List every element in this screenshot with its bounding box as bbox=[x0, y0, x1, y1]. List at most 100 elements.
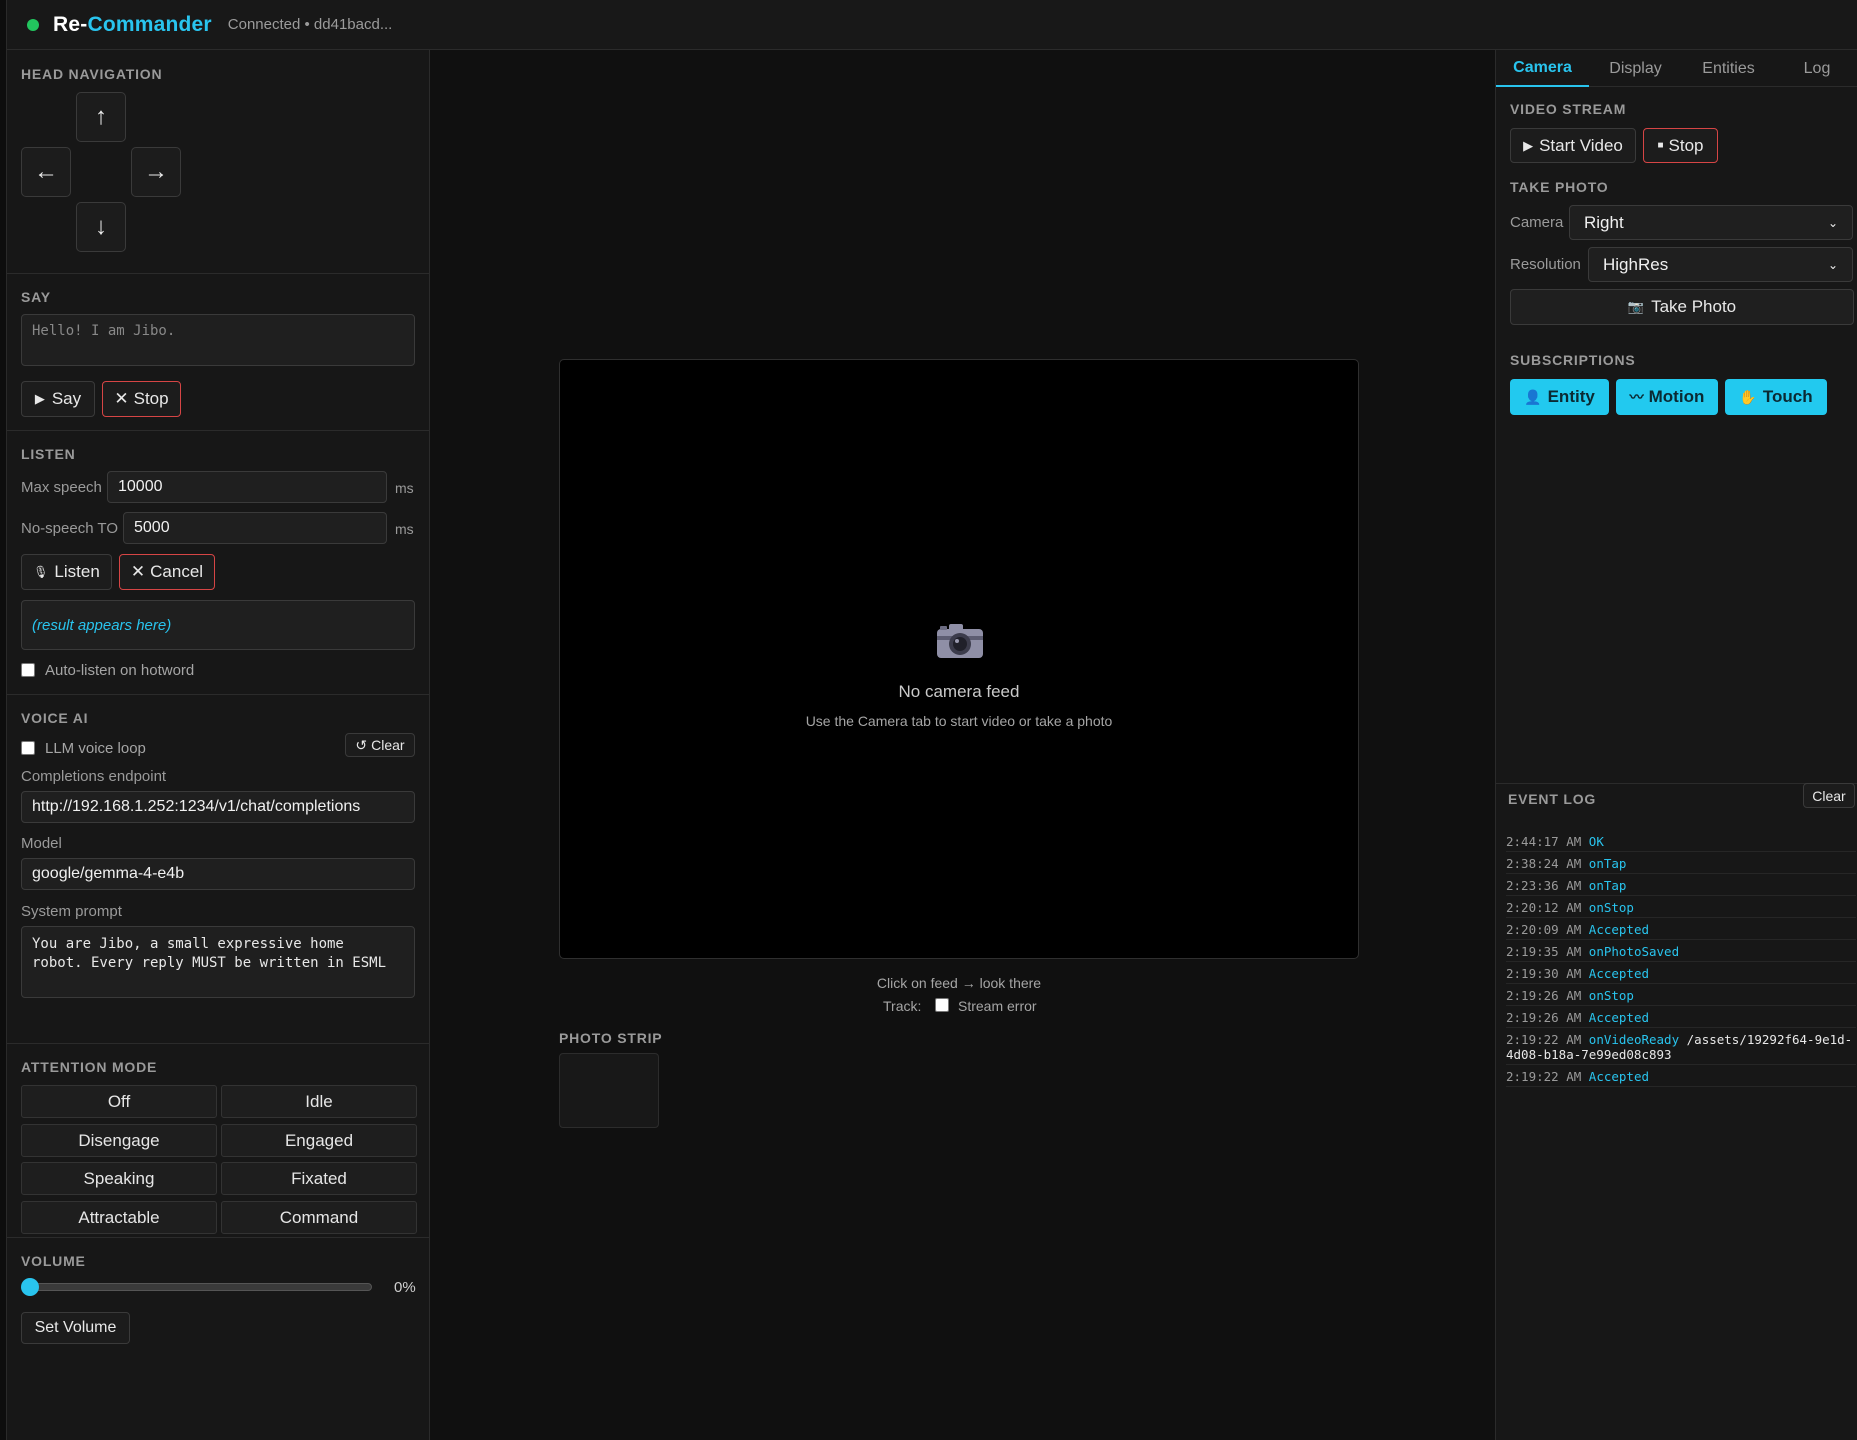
chevron-down-icon: ⌄ bbox=[1827, 215, 1838, 230]
tab-log[interactable]: Log bbox=[1775, 50, 1857, 87]
log-event: Accepted bbox=[1588, 1010, 1650, 1025]
attention-off-button[interactable]: Off bbox=[21, 1085, 217, 1118]
system-prompt-textarea[interactable]: You are Jibo, a small expressive home ro… bbox=[21, 926, 415, 998]
camera-view: No camera feed Use the Camera tab to sta… bbox=[430, 50, 1495, 1440]
no-feed-title: No camera feed bbox=[898, 682, 1020, 701]
tab-bar: Camera Display Entities Log bbox=[1496, 50, 1857, 87]
camera-icon: 📷 bbox=[1627, 299, 1645, 314]
model-input[interactable]: google/gemma-4-e4b bbox=[21, 858, 415, 890]
resolution-select-value: HighRes bbox=[1603, 254, 1669, 274]
listen-title: LISTEN bbox=[21, 446, 76, 462]
listen-cancel-label: Cancel bbox=[150, 562, 204, 581]
log-entry: 2:38:24 AM onTap bbox=[1506, 856, 1856, 874]
llm-loop-checkbox[interactable] bbox=[21, 741, 35, 755]
max-speech-label: Max speech bbox=[21, 479, 102, 496]
log-time: 2:19:26 AM bbox=[1506, 1010, 1582, 1025]
attention-engaged-button[interactable]: Engaged bbox=[221, 1124, 417, 1157]
app-title: Re-Commander bbox=[53, 13, 212, 37]
connection-status: Connected • dd41bacd... bbox=[227, 16, 393, 33]
max-speech-input[interactable]: 10000 bbox=[107, 471, 387, 503]
max-speech-unit: ms bbox=[395, 480, 414, 496]
head-left-button[interactable]: ← bbox=[21, 147, 71, 197]
listen-section: LISTEN Max speech 10000 ms No-speech TO … bbox=[7, 431, 430, 695]
volume-title: VOLUME bbox=[21, 1253, 86, 1269]
log-time: 2:20:09 AM bbox=[1506, 922, 1582, 937]
microphone-icon: 🎙 bbox=[33, 565, 49, 579]
attention-disengage-button[interactable]: Disengage bbox=[21, 1124, 217, 1157]
voice-ai-clear-label: Clear bbox=[371, 737, 405, 753]
head-right-button[interactable]: → bbox=[131, 147, 181, 197]
say-stop-button[interactable]: ✕ Stop bbox=[102, 381, 181, 417]
no-feed-subtitle: Use the Camera tab to start video or tak… bbox=[805, 713, 1113, 729]
no-speech-input[interactable]: 5000 bbox=[123, 512, 387, 544]
video-stream-title: VIDEO STREAM bbox=[1510, 101, 1627, 117]
attention-attractable-button[interactable]: Attractable bbox=[21, 1201, 217, 1234]
volume-slider-track[interactable] bbox=[27, 1283, 372, 1291]
set-volume-button[interactable]: Set Volume bbox=[21, 1312, 130, 1344]
feed-hint: Click on feed → look there bbox=[876, 975, 1042, 991]
voice-ai-clear-button[interactable]: ↺ Clear bbox=[345, 733, 415, 757]
head-up-button[interactable]: ↑ bbox=[76, 92, 126, 142]
take-photo-label: Take Photo bbox=[1651, 297, 1737, 316]
camera-select[interactable]: Right ⌄ bbox=[1569, 205, 1853, 240]
log-entry: 2:23:36 AM onTap bbox=[1506, 878, 1856, 896]
play-icon: ▶ bbox=[1523, 137, 1534, 153]
log-entry: 2:20:12 AM onStop bbox=[1506, 900, 1856, 918]
attention-mode-title: ATTENTION MODE bbox=[21, 1059, 158, 1075]
motion-subscription-label: Motion bbox=[1648, 387, 1705, 406]
take-photo-button[interactable]: 📷 Take Photo bbox=[1510, 289, 1854, 325]
say-section: SAY Hello! I am Jibo. ▶ Say ✕ Stop bbox=[7, 274, 430, 431]
log-time: 2:19:35 AM bbox=[1506, 944, 1582, 959]
attention-command-button[interactable]: Command bbox=[221, 1201, 417, 1234]
camera-select-label: Camera bbox=[1510, 214, 1564, 231]
close-icon: ✕ bbox=[130, 562, 146, 581]
start-video-button[interactable]: ▶ Start Video bbox=[1510, 128, 1636, 163]
volume-slider-thumb[interactable] bbox=[21, 1278, 39, 1296]
tab-camera[interactable]: Camera bbox=[1496, 50, 1589, 87]
touch-subscription-button[interactable]: ✋ Touch bbox=[1725, 379, 1827, 415]
camera-feed[interactable]: No camera feed Use the Camera tab to sta… bbox=[559, 359, 1359, 959]
photo-thumbnail[interactable] bbox=[559, 1053, 659, 1128]
listen-button[interactable]: 🎙 Listen bbox=[21, 554, 112, 590]
motion-subscription-button[interactable]: 〰 Motion bbox=[1616, 379, 1718, 415]
endpoint-input[interactable]: http://192.168.1.252:1234/v1/chat/comple… bbox=[21, 791, 415, 823]
tab-entities[interactable]: Entities bbox=[1682, 50, 1775, 87]
listen-cancel-button[interactable]: ✕ Cancel bbox=[119, 554, 215, 590]
attention-speaking-button[interactable]: Speaking bbox=[21, 1162, 217, 1195]
stop-video-label: Stop bbox=[1668, 135, 1704, 155]
log-time: 2:38:24 AM bbox=[1506, 856, 1582, 871]
track-checkbox[interactable] bbox=[935, 998, 949, 1012]
head-navigation-title: HEAD NAVIGATION bbox=[21, 66, 163, 82]
attention-idle-button[interactable]: Idle bbox=[221, 1085, 417, 1118]
say-stop-label: Stop bbox=[133, 389, 169, 408]
app-window: Re-Commander Connected • dd41bacd... HEA… bbox=[6, 0, 1857, 1440]
auto-listen-checkbox[interactable] bbox=[21, 663, 35, 677]
log-entry: 2:19:22 AM onVideoReady /assets/19292f64… bbox=[1506, 1032, 1856, 1065]
head-down-button[interactable]: ↓ bbox=[76, 202, 126, 252]
voice-ai-title: VOICE AI bbox=[21, 710, 89, 726]
stop-icon: ■ bbox=[1657, 140, 1664, 151]
stop-video-button[interactable]: ■ Stop bbox=[1643, 128, 1718, 163]
event-log-title: EVENT LOG bbox=[1508, 791, 1597, 807]
attention-fixated-button[interactable]: Fixated bbox=[221, 1162, 417, 1195]
listen-result: (result appears here) bbox=[21, 600, 415, 650]
resolution-select[interactable]: HighRes ⌄ bbox=[1588, 247, 1853, 282]
llm-loop-label: LLM voice loop bbox=[45, 740, 146, 757]
left-panel: HEAD NAVIGATION ↑ ← → ↓ SAY Hello! I am … bbox=[7, 50, 430, 1440]
say-title: SAY bbox=[21, 289, 51, 305]
event-log-clear-button[interactable]: Clear bbox=[1803, 783, 1855, 808]
listen-button-label: Listen bbox=[54, 562, 100, 581]
photo-strip-title: PHOTO STRIP bbox=[559, 1030, 663, 1046]
tab-display[interactable]: Display bbox=[1589, 50, 1682, 87]
log-event: Accepted bbox=[1588, 922, 1650, 937]
app-title-main: Re- bbox=[53, 12, 88, 36]
log-event: onTap bbox=[1588, 856, 1627, 871]
entity-subscription-button[interactable]: 👤 Entity bbox=[1510, 379, 1609, 415]
say-textarea[interactable]: Hello! I am Jibo. bbox=[21, 314, 415, 366]
log-event: onVideoReady bbox=[1588, 1032, 1680, 1047]
right-panel: Camera Display Entities Log VIDEO STREAM… bbox=[1495, 50, 1857, 1440]
app-title-accent: Commander bbox=[87, 12, 212, 36]
log-event: onStop bbox=[1588, 900, 1634, 915]
app-header: Re-Commander Connected • dd41bacd... bbox=[7, 0, 1857, 50]
say-button[interactable]: ▶ Say bbox=[21, 381, 95, 417]
